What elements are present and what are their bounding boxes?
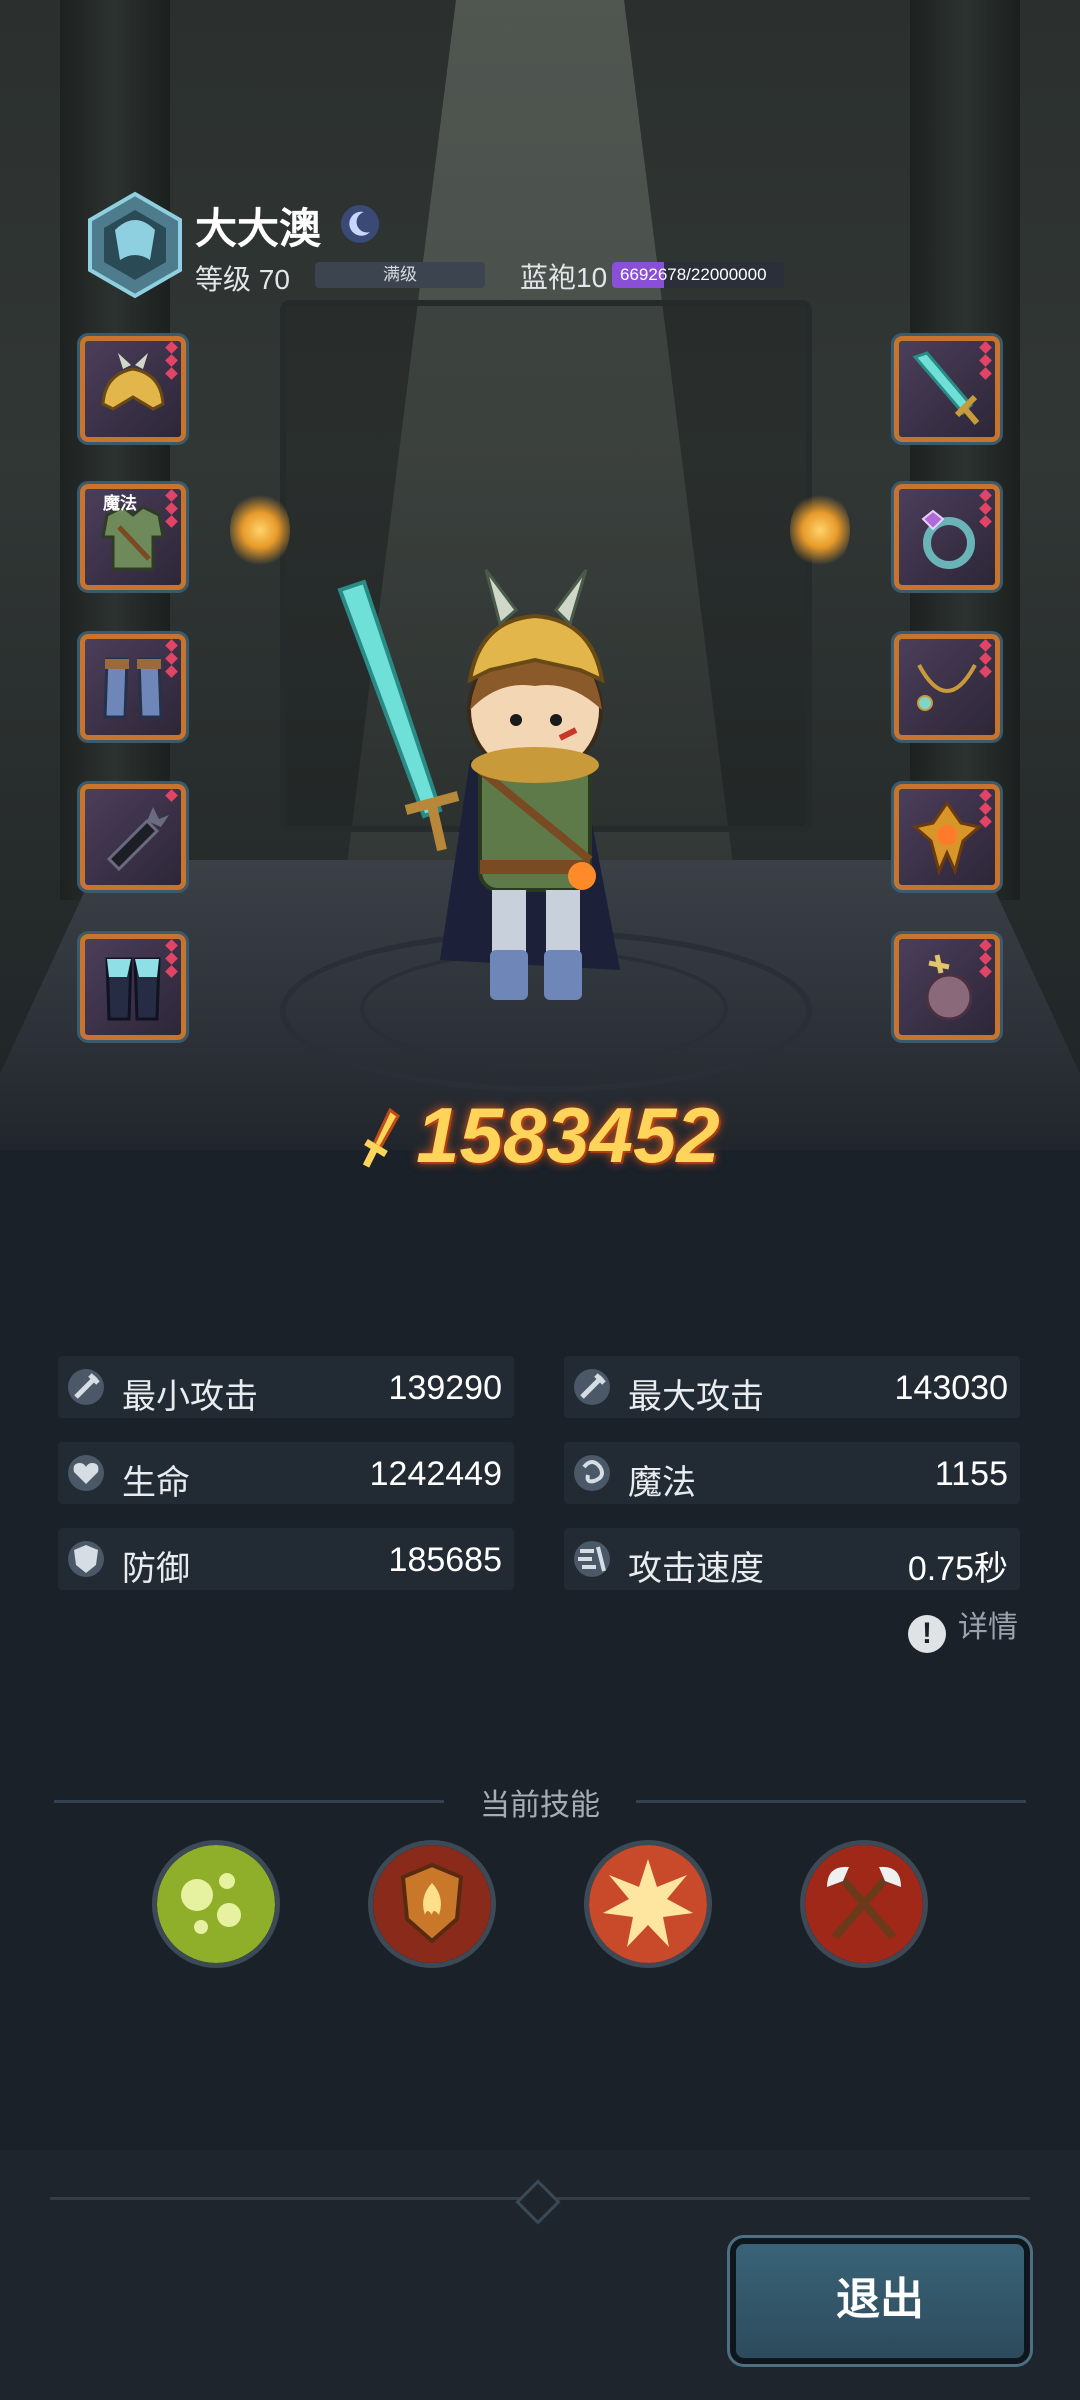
level-status: 满级 [383,265,417,284]
combat-power: 1583452 [0,1090,1080,1181]
equip-slot-necklace[interactable] [894,634,1000,740]
stat-label: 防御 [122,1550,190,1588]
orb-icon [925,954,973,1021]
stat-value: 1155 [934,1455,1008,1493]
skills-title: 当前技能 [480,1789,600,1822]
equip-slot-bracer[interactable] [80,784,186,890]
equip-slot-boots[interactable] [80,634,186,740]
rank-progress-text: 6692678/22000000 [620,265,767,284]
stat-magic: 魔法 1155 [564,1442,1020,1504]
moon-badge-icon [341,205,379,243]
equip-slot-orb[interactable] [894,934,1000,1040]
pants-icon [105,957,161,1021]
necklace-icon [917,664,977,711]
stat-value: 143030 [894,1369,1008,1407]
power-sword-icon [363,1107,401,1168]
left-torch [230,490,290,570]
bracer-icon [106,807,169,872]
level-bar: 满级 [315,262,485,288]
amulet-icon [911,800,983,876]
heart-icon [68,1455,104,1491]
poison-orbs-icon [157,1845,275,1963]
stat-label: 生命 [122,1464,190,1502]
shield-icon [68,1541,104,1577]
rank-progress-bar: 6692678/22000000 [612,262,784,288]
stat-label: 攻击速度 [628,1550,764,1588]
speed-icon [574,1541,610,1577]
equip-slot-helmet[interactable] [80,336,186,442]
stat-label: 最大攻击 [628,1378,764,1416]
equip-slot-armor[interactable]: 魔法 [80,484,186,590]
exit-button[interactable]: 退出 [727,2235,1033,2367]
equip-slot-ring[interactable] [894,484,1000,590]
rank-label: 蓝袍10 [520,262,608,293]
player-name: 大大澳 [195,205,322,252]
hero-character [337,569,620,1000]
stat-value: 0.75秒 [907,1550,1008,1588]
skill-slot-1[interactable] [152,1840,280,1968]
details-button[interactable]: ! 详情 [908,1602,1018,1653]
boots-icon [103,657,163,719]
rank-emblem-icon [88,191,182,299]
sword-icon [912,351,980,425]
sword-stat-icon [68,1369,104,1405]
ring-icon [921,509,975,569]
stat-hp: 生命 1242449 [58,1442,514,1504]
equip-slot-weapon[interactable] [894,336,1000,442]
stat-value: 139290 [388,1369,502,1407]
helmet-icon [101,353,165,411]
explosion-icon [589,1845,707,1963]
stat-min-attack: 最小攻击 139290 [58,1356,514,1418]
right-torch [790,490,850,570]
armor-tag: 魔法 [103,494,137,513]
info-icon: ! [908,1615,946,1653]
stat-label: 最小攻击 [122,1378,258,1416]
skill-slot-4[interactable] [800,1840,928,1968]
combat-power-value: 1583452 [416,1091,720,1179]
skill-slot-3[interactable] [584,1840,712,1968]
stat-label: 魔法 [628,1464,696,1502]
stat-value: 1242449 [369,1455,502,1493]
details-label: 详情 [958,1611,1018,1644]
equip-slot-amulet[interactable] [894,784,1000,890]
magic-swirl-icon [574,1455,610,1491]
equip-slot-pants[interactable] [80,934,186,1040]
sword-stat-icon [574,1369,610,1405]
stat-defense: 防御 185685 [58,1528,514,1590]
stat-attack-speed: 攻击速度 0.75秒 [564,1528,1020,1590]
stat-value: 185685 [388,1541,502,1579]
stat-max-attack: 最大攻击 143030 [564,1356,1020,1418]
flame-shield-icon [373,1845,491,1963]
skill-slot-2[interactable] [368,1840,496,1968]
crossed-axes-icon [805,1845,923,1963]
level-label: 等级 70 [195,264,290,295]
